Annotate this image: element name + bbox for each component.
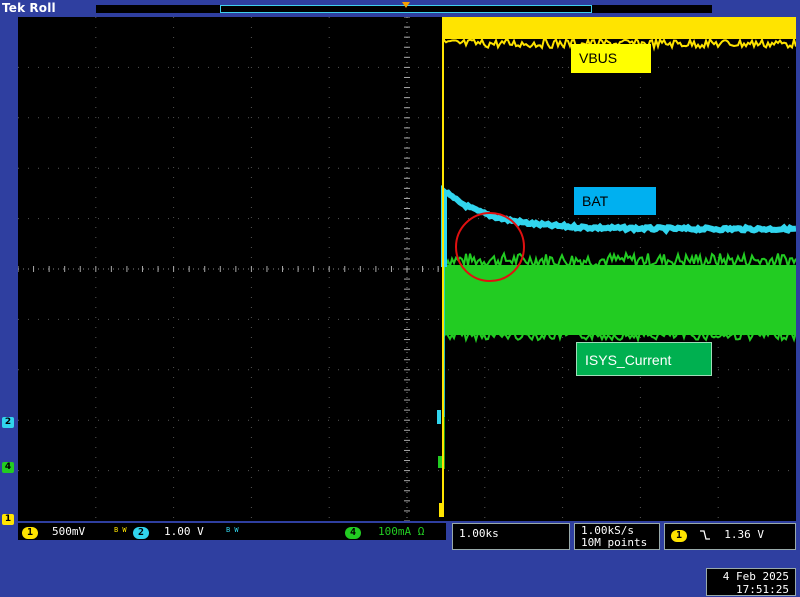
channel-4-ground-marker[interactable]: 4	[2, 462, 14, 473]
acquisition-mode: Roll	[29, 1, 56, 15]
trigger-source-badge: 1	[671, 530, 688, 542]
channel-2-ground-marker[interactable]: 2	[2, 417, 14, 428]
ch4-badge: 4	[345, 527, 362, 539]
waveform-traces	[437, 17, 796, 517]
channel-1-ground-marker[interactable]: 1	[2, 514, 14, 525]
ch1-bandwidth-icon: B W	[114, 526, 127, 534]
trigger-readout[interactable]: 1 1.36 V	[664, 523, 796, 550]
vbus-label: VBUS	[571, 44, 651, 73]
channel-status-bar: 1 500mV B W 2 1.00 V B W 4 100mA Ω	[18, 523, 446, 540]
ch2-badge: 2	[133, 527, 150, 539]
falling-edge-icon	[699, 530, 710, 540]
bat-label: BAT	[574, 187, 656, 215]
timebase-readout[interactable]: 1.00ks	[452, 523, 570, 550]
waveform-display[interactable]: VBUS BAT ISYS_Current	[18, 17, 796, 521]
ch2-bandwidth-icon: B W	[226, 526, 239, 534]
brand-name: Tek	[2, 1, 26, 15]
ch1-scale: 500mV	[52, 525, 86, 538]
record-length: 10M points	[581, 536, 648, 549]
ch4-scale: 100mA Ω	[378, 525, 425, 538]
ch1-badge: 1	[22, 527, 39, 539]
isys-current-label: ISYS_Current	[576, 342, 712, 376]
date-time-readout: 4 Feb 2025 17:51:25	[706, 568, 796, 596]
acquisition-readout[interactable]: 1.00kS/s 10M points	[574, 523, 660, 550]
timebase-value: 1.00ks	[459, 527, 499, 540]
scope-brand: Tek Roll	[2, 1, 56, 15]
trigger-level: 1.36 V	[724, 528, 765, 541]
ch2-scale: 1.00 V	[164, 525, 204, 538]
date-value: 4 Feb 2025	[722, 570, 789, 583]
time-value: 17:51:25	[736, 583, 789, 596]
trigger-position-icon	[402, 2, 410, 8]
record-overview-bar[interactable]	[96, 2, 712, 13]
graticule-and-traces	[18, 17, 796, 521]
